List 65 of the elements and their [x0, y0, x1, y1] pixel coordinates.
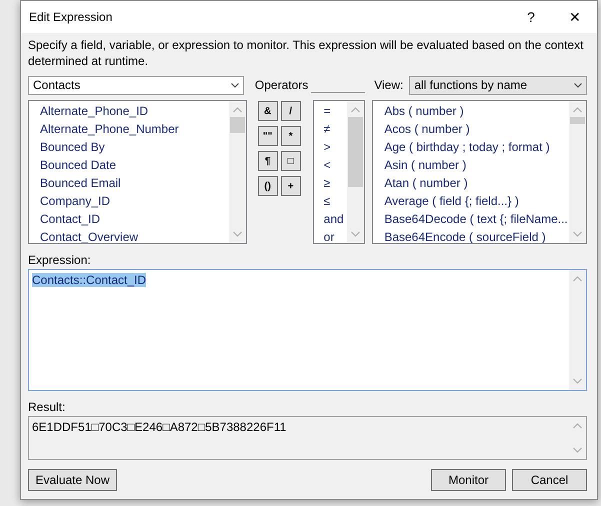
- dialog-button[interactable]: Evaluate Now: [28, 469, 117, 491]
- scroll-down-icon[interactable]: [232, 231, 242, 237]
- operator-item[interactable]: ≥: [314, 174, 348, 192]
- operator-item[interactable]: <: [314, 156, 348, 174]
- scroll-thumb[interactable]: [348, 117, 364, 187]
- scroll-down-icon[interactable]: [573, 378, 582, 384]
- dialog-button[interactable]: Cancel: [512, 469, 587, 491]
- expression-text: Contacts::Contact_ID: [32, 273, 146, 287]
- operator-item[interactable]: =: [314, 102, 348, 120]
- scroll-up-icon[interactable]: [573, 107, 582, 113]
- function-item[interactable]: Atan ( number ): [373, 174, 569, 192]
- operator-item[interactable]: or: [314, 228, 348, 243]
- caret-icon: [230, 82, 239, 88]
- scroll-thumb[interactable]: [230, 117, 245, 133]
- scroll-up-icon[interactable]: [573, 423, 582, 429]
- scrollbar[interactable]: [228, 101, 246, 243]
- close-button[interactable]: ✕: [553, 2, 597, 32]
- field-item[interactable]: Bounced Email: [29, 174, 229, 192]
- scrollbar[interactable]: [347, 101, 364, 243]
- help-button[interactable]: ?: [509, 2, 553, 32]
- operator-button[interactable]: (): [258, 176, 278, 196]
- field-item[interactable]: Alternate_Phone_Number: [29, 120, 229, 138]
- function-item[interactable]: Asin ( number ): [373, 156, 569, 174]
- dialog-button[interactable]: Monitor: [431, 469, 506, 491]
- window-title: Edit Expression: [29, 10, 114, 24]
- scroll-down-icon[interactable]: [573, 231, 582, 237]
- scroll-up-icon[interactable]: [232, 107, 242, 113]
- field-item[interactable]: Bounced Date: [29, 156, 229, 174]
- operator-button[interactable]: *: [280, 126, 301, 146]
- function-item[interactable]: Abs ( number ): [373, 102, 569, 120]
- scroll-thumb[interactable]: [570, 117, 585, 124]
- function-item[interactable]: Average ( field {; field...} ): [373, 192, 569, 210]
- expression-field[interactable]: Contacts::Contact_ID: [28, 269, 587, 391]
- function-item[interactable]: Acos ( number ): [373, 120, 569, 138]
- expression-label: Expression:: [28, 253, 92, 267]
- view-label: View:: [374, 78, 404, 92]
- scroll-up-icon[interactable]: [351, 107, 360, 113]
- operator-button[interactable]: "": [258, 126, 278, 146]
- scrollbar[interactable]: [569, 270, 586, 390]
- operator-item[interactable]: >: [314, 138, 348, 156]
- operator-button[interactable]: +: [280, 176, 301, 196]
- function-item[interactable]: Age ( birthday ; today ; format ): [373, 138, 569, 156]
- table-dropdown[interactable]: Contacts: [28, 76, 244, 94]
- field-item[interactable]: Alternate_Phone_ID: [29, 102, 229, 120]
- result-label: Result:: [28, 400, 66, 414]
- scroll-down-icon[interactable]: [351, 231, 360, 237]
- field-item[interactable]: Bounced By: [29, 138, 229, 156]
- operator-item[interactable]: ≤: [314, 192, 348, 210]
- operator-item[interactable]: and: [314, 210, 348, 228]
- description-text: Specify a field, variable, or expression to monitor. This expression will be evaluated based on the context determined at runtime.: [28, 37, 584, 69]
- operator-button[interactable]: ¶: [258, 151, 278, 171]
- scroll-up-icon[interactable]: [573, 276, 582, 282]
- caret-icon: [574, 82, 582, 88]
- view-dropdown[interactable]: all functions by name: [409, 76, 587, 94]
- operator-item[interactable]: ≠: [314, 120, 348, 138]
- scroll-down-icon[interactable]: [573, 447, 582, 453]
- scrollbar[interactable]: [569, 101, 586, 243]
- operator-button[interactable]: /: [280, 101, 301, 121]
- field-item[interactable]: Company_ID: [29, 192, 229, 210]
- result-text: 6E1DDF51□70C3□E246□A872□5B7388226F11: [32, 420, 286, 434]
- field-item[interactable]: Contact_ID: [29, 210, 229, 228]
- operator-button[interactable]: &: [258, 101, 278, 121]
- operators-label: Operators: [254, 78, 308, 92]
- operator-button[interactable]: □: [280, 151, 301, 171]
- function-item[interactable]: Base64Decode ( text {; fileName...: [373, 210, 569, 228]
